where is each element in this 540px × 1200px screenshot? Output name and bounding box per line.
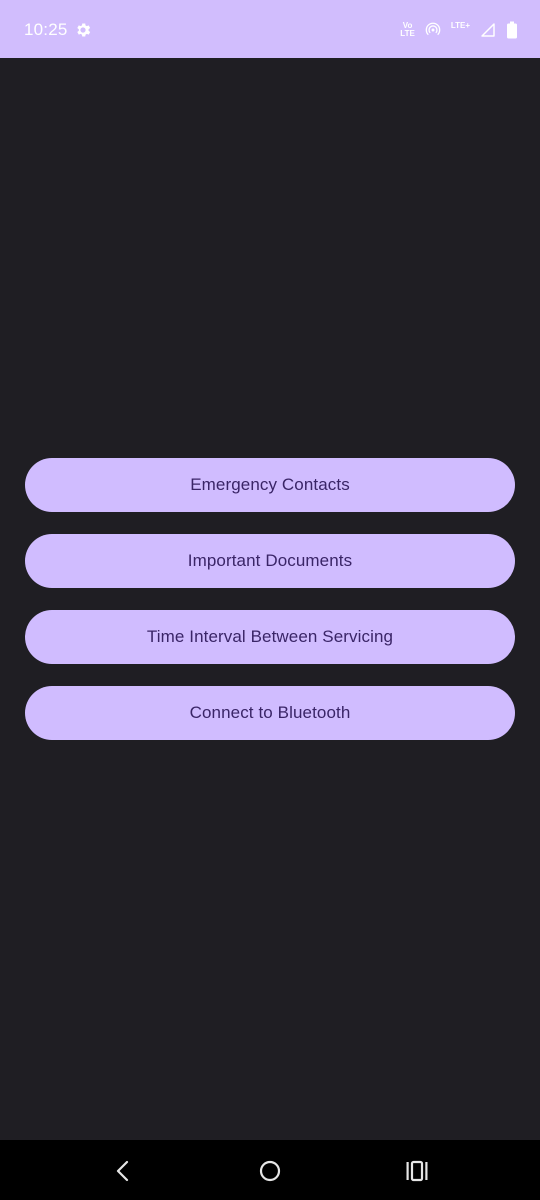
status-icons: Vo LTE LTE+ <box>400 18 518 42</box>
network-type-label: LTE+ <box>450 21 470 30</box>
servicing-interval-label: Time Interval Between Servicing <box>146 627 394 646</box>
volte-indicator: Vo LTE <box>400 22 415 38</box>
volte-bottom-label: LTE <box>400 29 415 38</box>
connect-bluetooth-button[interactable]: Connect to Bluetooth <box>25 686 515 740</box>
status-time: 10:25 <box>24 20 68 39</box>
important-documents-button[interactable]: Important Documents <box>25 534 515 588</box>
connect-bluetooth-label: Connect to Bluetooth <box>189 703 351 722</box>
back-icon[interactable] <box>108 1156 138 1186</box>
important-documents-label: Important Documents <box>187 551 353 570</box>
navigation-bar <box>0 1140 540 1200</box>
servicing-interval-button[interactable]: Time Interval Between Servicing <box>25 610 515 664</box>
home-icon[interactable] <box>255 1156 285 1186</box>
signal-icon <box>480 22 496 38</box>
hotspot-icon <box>425 22 441 38</box>
battery-icon <box>506 21 518 39</box>
recents-icon[interactable] <box>402 1156 432 1186</box>
emergency-contacts-label: Emergency Contacts <box>190 475 350 494</box>
emergency-contacts-button[interactable]: Emergency Contacts <box>25 458 515 512</box>
app-screen: 10:25 Vo LTE LTE+ Emergency Contacts Imp… <box>0 0 540 1200</box>
gear-icon <box>74 21 92 39</box>
status-bar: 10:25 Vo LTE LTE+ <box>0 0 540 58</box>
main-menu: Emergency Contacts Important Documents T… <box>25 458 515 762</box>
